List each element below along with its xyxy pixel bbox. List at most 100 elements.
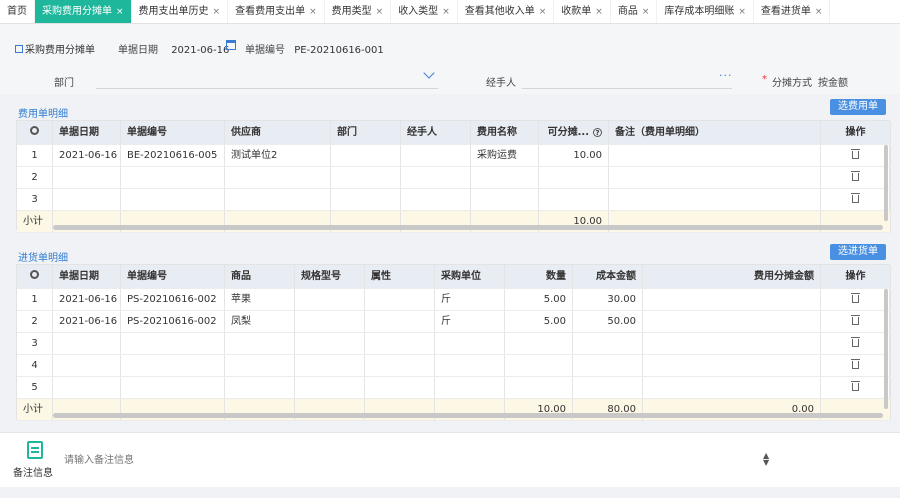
close-icon[interactable]: × — [642, 0, 650, 23]
cell-attr[interactable] — [365, 355, 435, 376]
vertical-scrollbar[interactable] — [884, 145, 888, 221]
date-value[interactable]: 2021-06-16 — [171, 45, 229, 56]
tab-item[interactable]: 查看其他收入单 × — [458, 0, 555, 23]
cell-cost[interactable]: 30.00 — [573, 289, 643, 310]
tab-item[interactable]: 采购费用分摊单 × — [35, 0, 132, 23]
tab-item[interactable]: 收入类型 × — [391, 0, 458, 23]
trash-icon[interactable] — [851, 149, 860, 159]
gear-icon[interactable] — [30, 270, 39, 279]
tab-item[interactable]: 查看进货单 × — [754, 0, 831, 23]
cell-alloc[interactable] — [643, 377, 821, 398]
cell-cost[interactable] — [573, 355, 643, 376]
cell-dept[interactable] — [331, 145, 401, 166]
tab-item[interactable]: 查看费用支出单 × — [228, 0, 325, 23]
close-icon[interactable]: × — [116, 0, 124, 23]
cell-alloc[interactable] — [643, 333, 821, 354]
tab-item[interactable]: 库存成本明细账 × — [657, 0, 754, 23]
trash-icon[interactable] — [851, 359, 860, 369]
cell-alloc[interactable] — [643, 355, 821, 376]
trash-icon[interactable] — [851, 171, 860, 181]
cell-amount[interactable] — [539, 189, 609, 210]
cell-amount[interactable]: 10.00 — [539, 145, 609, 166]
cell-code[interactable] — [121, 189, 225, 210]
select-purchase-button[interactable]: 选进货单 — [830, 244, 886, 260]
cell-spec[interactable] — [295, 377, 365, 398]
cell-qty[interactable] — [505, 355, 573, 376]
cell-alloc[interactable] — [643, 311, 821, 332]
vertical-scrollbar[interactable] — [884, 289, 888, 409]
cell-handler[interactable] — [401, 189, 471, 210]
cell-spec[interactable] — [295, 355, 365, 376]
cell-name[interactable] — [471, 189, 539, 210]
cell-goods[interactable] — [225, 377, 295, 398]
close-icon[interactable]: × — [309, 0, 317, 23]
close-icon[interactable]: × — [738, 0, 746, 23]
cell-attr[interactable] — [365, 377, 435, 398]
table-row[interactable]: 2 2021-06-16 PS-20210616-002 凤梨 斤 5.00 50.00 — [17, 311, 891, 333]
settings-icon-cell[interactable] — [17, 121, 53, 144]
cell-date[interactable] — [53, 355, 121, 376]
select-expense-button[interactable]: 选费用单 — [830, 99, 886, 115]
horizontal-scrollbar[interactable] — [53, 225, 883, 230]
cell-dept[interactable] — [331, 167, 401, 188]
table-row[interactable]: 2 — [17, 167, 891, 189]
cell-name[interactable] — [471, 167, 539, 188]
handler-input[interactable] — [522, 88, 732, 89]
trash-icon[interactable] — [851, 315, 860, 325]
cell-cost[interactable] — [573, 333, 643, 354]
cell-date[interactable]: 2021-06-16 — [53, 289, 121, 310]
cell-qty[interactable] — [505, 333, 573, 354]
cell-qty[interactable] — [505, 377, 573, 398]
cell-dept[interactable] — [331, 189, 401, 210]
cell-alloc[interactable] — [643, 289, 821, 310]
chevron-down-icon[interactable] — [423, 67, 435, 79]
help-icon[interactable]: ? — [593, 128, 602, 137]
cell-code[interactable]: PS-20210616-002 — [121, 289, 225, 310]
tab-item[interactable]: 首页 — [0, 0, 35, 23]
close-icon[interactable]: × — [213, 0, 221, 23]
close-icon[interactable]: × — [815, 0, 823, 23]
cell-spec[interactable] — [295, 311, 365, 332]
trash-icon[interactable] — [851, 293, 860, 303]
tab-item[interactable]: 费用支出单历史 × — [132, 0, 229, 23]
cell-code[interactable]: BE-20210616-005 — [121, 145, 225, 166]
cell-code[interactable] — [121, 355, 225, 376]
department-input[interactable] — [96, 88, 438, 89]
cell-supplier[interactable] — [225, 167, 331, 188]
close-icon[interactable]: × — [595, 0, 603, 23]
allocation-method-value[interactable]: 按金额 — [818, 74, 848, 89]
table-row[interactable]: 5 — [17, 377, 891, 399]
cell-qty[interactable]: 5.00 — [505, 311, 573, 332]
cell-code[interactable]: PS-20210616-002 — [121, 311, 225, 332]
table-row[interactable]: 4 — [17, 355, 891, 377]
cell-unit[interactable]: 斤 — [435, 311, 505, 332]
cell-remark[interactable] — [609, 189, 821, 210]
cell-date[interactable]: 2021-06-16 — [53, 311, 121, 332]
cell-attr[interactable] — [365, 333, 435, 354]
cell-goods[interactable]: 苹果 — [225, 289, 295, 310]
close-icon[interactable]: × — [376, 0, 384, 23]
remark-input[interactable] — [64, 445, 784, 475]
cell-date[interactable] — [53, 189, 121, 210]
settings-icon-cell[interactable] — [17, 265, 53, 288]
cell-goods[interactable] — [225, 355, 295, 376]
more-icon[interactable]: ··· — [719, 69, 733, 82]
cell-qty[interactable]: 5.00 — [505, 289, 573, 310]
cell-cost[interactable] — [573, 377, 643, 398]
tab-item[interactable]: 商品 × — [611, 0, 658, 23]
table-row[interactable]: 1 2021-06-16 PS-20210616-002 苹果 斤 5.00 30.00 — [17, 289, 891, 311]
cell-unit[interactable]: 斤 — [435, 289, 505, 310]
tab-item[interactable]: 收款单 × — [554, 0, 611, 23]
cell-name[interactable]: 采购运费 — [471, 145, 539, 166]
spinner-icon[interactable]: ▲ ▼ — [763, 452, 769, 467]
cell-remark[interactable] — [609, 145, 821, 166]
date-field[interactable]: 单据日期 2021-06-16 — [118, 41, 229, 56]
cell-code[interactable] — [121, 377, 225, 398]
table-row[interactable]: 3 — [17, 333, 891, 355]
trash-icon[interactable] — [851, 193, 860, 203]
cell-handler[interactable] — [401, 145, 471, 166]
cell-supplier[interactable] — [225, 189, 331, 210]
horizontal-scrollbar[interactable] — [53, 413, 883, 418]
cell-goods[interactable] — [225, 333, 295, 354]
cell-code[interactable] — [121, 333, 225, 354]
